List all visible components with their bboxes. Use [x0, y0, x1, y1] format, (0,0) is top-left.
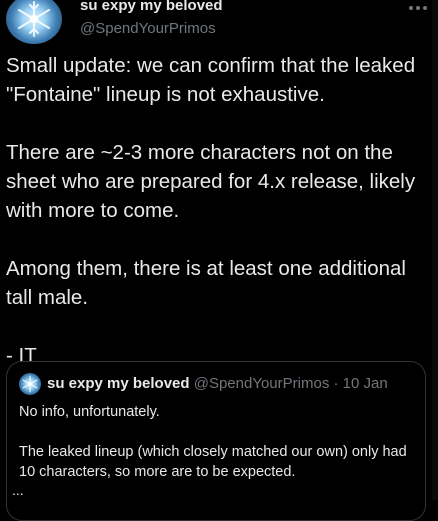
quoted-tweet[interactable]: su expy my beloved @SpendYourPrimos · 10…	[6, 361, 426, 521]
more-horizontal-icon[interactable]	[406, 0, 430, 18]
quoted-paragraph: No info, unfortunately.	[19, 404, 160, 420]
quoted-avatar[interactable]	[19, 373, 41, 395]
quoted-author-name[interactable]: su expy my beloved	[47, 375, 190, 392]
quoted-header: su expy my beloved @SpendYourPrimos · 10…	[47, 375, 388, 392]
snowflake-icon	[18, 1, 50, 37]
quoted-paragraph: The leaked lineup (which closely matched…	[19, 444, 407, 480]
tweet-body: Small update: we can confirm that the le…	[6, 51, 436, 370]
quoted-date[interactable]: 10 Jan	[343, 375, 388, 392]
author-handle[interactable]: @SpendYourPrimos	[80, 20, 216, 37]
quoted-body: No info, unfortunately. The leaked lineu…	[19, 402, 419, 482]
snowflake-icon	[22, 375, 38, 393]
author-name[interactable]: su expy my beloved	[80, 0, 223, 14]
separator-dot: ·	[333, 375, 339, 392]
quoted-author-handle[interactable]: @SpendYourPrimos	[194, 375, 330, 392]
tweet-paragraph: There are ~2-3 more characters not on th…	[6, 141, 416, 222]
tweet-paragraph: Among them, there is at least one additi…	[6, 257, 406, 309]
tweet: su expy my beloved @SpendYourPrimos Smal…	[0, 0, 438, 521]
quoted-truncation: ...	[12, 482, 24, 498]
tweet-paragraph: Small update: we can confirm that the le…	[6, 54, 416, 106]
avatar[interactable]	[6, 0, 62, 44]
scrollbar[interactable]	[432, 0, 438, 500]
